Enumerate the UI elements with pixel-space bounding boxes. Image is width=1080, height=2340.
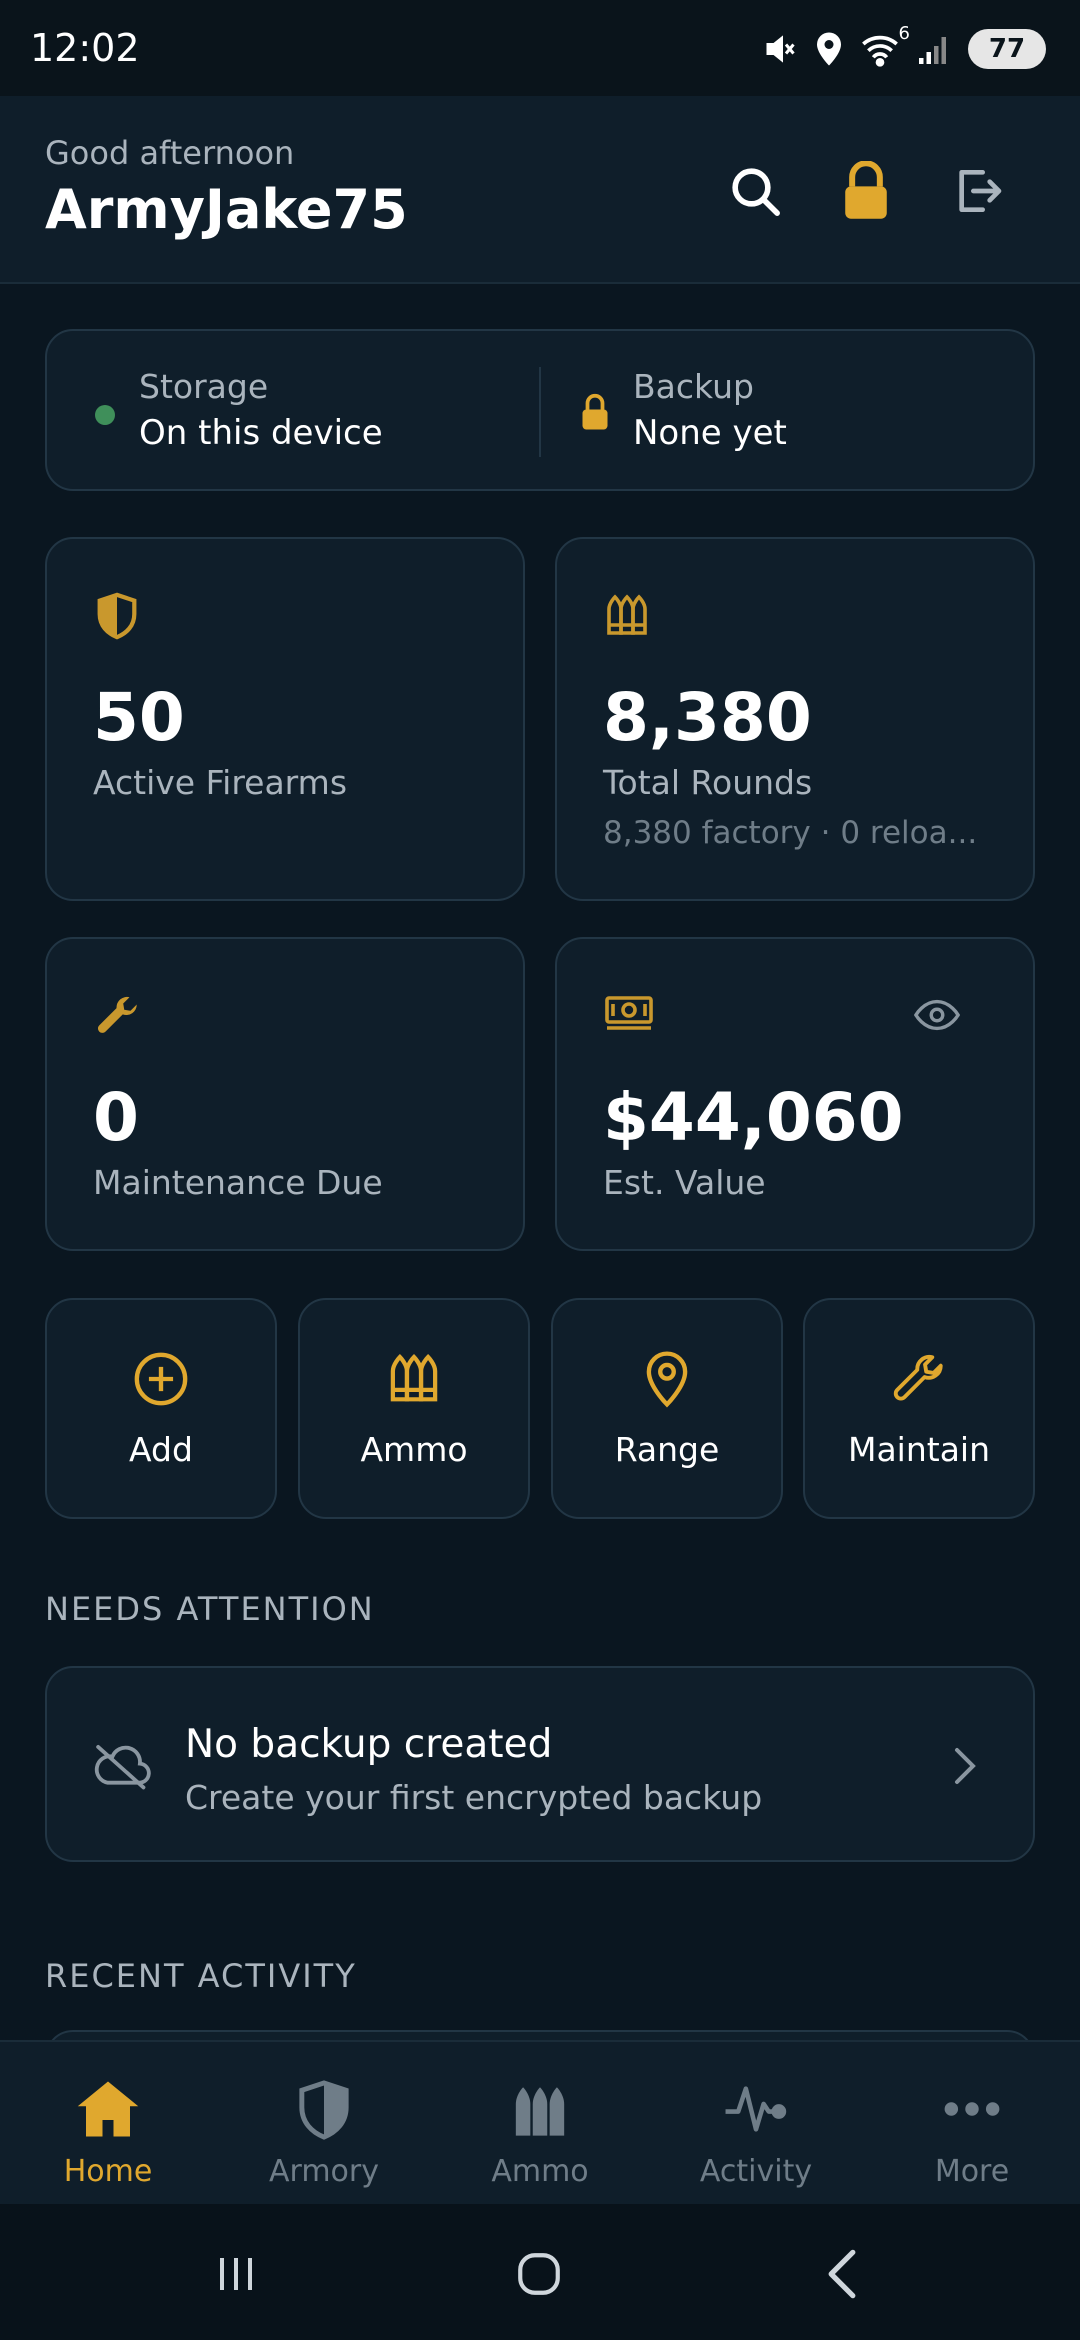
rounds-breakdown: 8,380 factory · 0 reloa... [603,815,978,851]
maintenance-label: Maintenance Due [93,1163,383,1202]
firearms-label: Active Firearms [93,763,348,802]
storage-backup-card[interactable]: Storage On this device Backup None yet [45,329,1035,491]
ammo-action-button[interactable]: Ammo [298,1298,530,1519]
ammo-icon [607,594,647,635]
search-icon [732,168,780,216]
alert-title: No backup created [185,1722,553,1767]
status-bar: 12:02 6 77 [0,0,1080,96]
network-badge: 6 [898,23,910,44]
maintain-label: Maintain [847,1430,991,1469]
back-icon [828,2249,856,2299]
divider [539,367,541,457]
nav-ammo-label: Ammo [491,2154,589,2189]
backup-value: None yet [633,413,787,453]
app-root: 12:02 6 77 Good afternoon ArmyJake75 Sto… [0,0,1080,2340]
greeting: Good afternoon [45,134,295,172]
nav-activity-label: Activity [699,2154,813,2189]
lock-icon [582,393,608,430]
maintenance-count: 0 [93,1079,139,1156]
back-button[interactable] [802,2244,882,2304]
more-icon [944,2102,1000,2116]
storage-value: On this device [139,413,383,453]
system-nav-bar [0,2204,1080,2340]
activity-icon [725,2086,787,2132]
active-firearms-card[interactable]: 50 Active Firearms [45,537,525,901]
nav-armory[interactable]: Armory [216,2042,432,2206]
needs-attention-heading: NEEDS ATTENTION [45,1590,375,1628]
wifi-icon: 6 [860,23,910,67]
location-pin-icon [646,1351,688,1408]
rounds-label: Total Rounds [603,763,813,802]
nav-ammo[interactable]: Ammo [432,2042,648,2206]
rounds-count: 8,380 [603,679,812,756]
add-label: Add [129,1430,193,1469]
est-value-card[interactable]: $44,060 Est. Value [555,937,1035,1251]
home-system-button[interactable] [499,2244,579,2304]
money-icon [605,996,653,1030]
nav-armory-label: Armory [269,2154,379,2189]
nav-more[interactable]: More [864,2042,1080,2206]
total-rounds-card[interactable]: 8,380 Total Rounds 8,380 factory · 0 rel… [555,537,1035,901]
recent-apps-button[interactable] [196,2244,276,2304]
nav-home-label: Home [63,2154,153,2189]
maintenance-due-card[interactable]: 0 Maintenance Due [45,937,525,1251]
home-icon [77,2081,139,2137]
logout-button[interactable] [943,156,1013,226]
bottom-nav: Home Armory Ammo Activity More [0,2040,1080,2204]
ammo-action-label: Ammo [360,1430,468,1469]
lock-button[interactable] [831,156,901,226]
backup-label: Backup [633,367,754,406]
mute-icon [762,31,798,67]
battery-icon: 77 [968,29,1046,69]
cloud-off-icon [94,1745,151,1790]
chevron-right-icon [955,1748,976,1784]
status-icons: 6 77 [762,23,1046,74]
wrench-icon [893,1354,943,1401]
est-value-label: Est. Value [603,1163,766,1202]
maintain-button[interactable]: Maintain [803,1298,1035,1519]
shield-icon [97,592,137,640]
ammo-icon [390,1354,438,1402]
logout-icon [959,170,1002,213]
firearms-count: 50 [93,679,185,756]
lock-icon [845,161,887,219]
search-button[interactable] [720,156,790,226]
range-label: Range [614,1430,720,1469]
shield-icon [299,2080,349,2140]
wrench-icon [97,996,137,1033]
est-value-amount: $44,060 [603,1079,904,1156]
plus-circle-icon [134,1352,188,1406]
recent-apps-icon [220,2258,252,2290]
alert-subtitle: Create your first encrypted backup [185,1778,763,1817]
no-backup-alert[interactable]: No backup created Create your first encr… [45,1666,1035,1862]
storage-label: Storage [139,367,269,406]
add-button[interactable]: Add [45,1298,277,1519]
range-button[interactable]: Range [551,1298,783,1519]
recent-activity-heading: RECENT ACTIVITY [45,1957,357,1995]
location-icon [814,31,844,67]
nav-activity[interactable]: Activity [648,2042,864,2206]
ammo-icon [515,2087,565,2136]
battery-level: 77 [988,34,1026,64]
username: ArmyJake75 [45,178,408,241]
status-time: 12:02 [30,26,140,70]
nav-home[interactable]: Home [0,2042,216,2206]
home-circle-icon [518,2253,560,2295]
toggle-visibility-button[interactable] [907,993,967,1037]
storage-status-dot [95,405,115,425]
nav-more-label: More [934,2154,1010,2189]
eye-icon [914,999,960,1031]
signal-icon [916,31,952,67]
app-header: Good afternoon ArmyJake75 [0,96,1080,284]
